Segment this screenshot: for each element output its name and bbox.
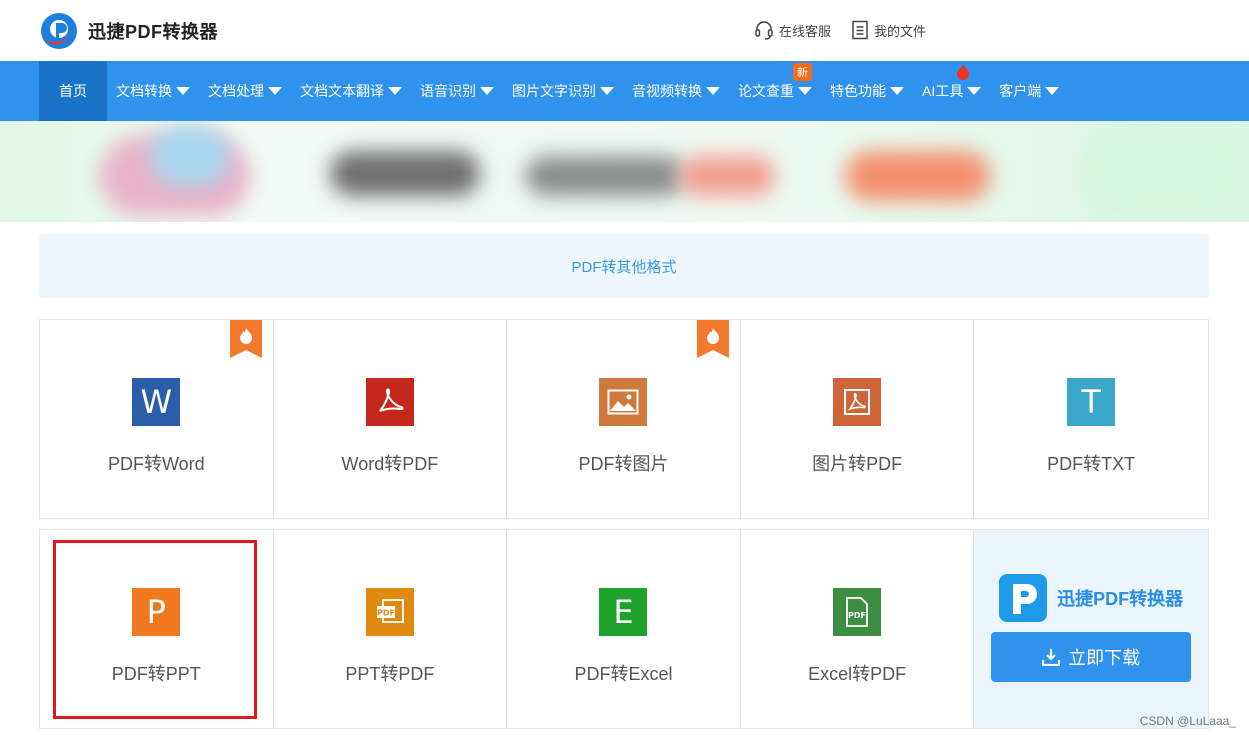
nav-label: 文档转换 bbox=[116, 83, 172, 99]
flame-icon bbox=[957, 64, 969, 80]
tool-pdf-to-word[interactable]: W PDF转Word bbox=[40, 320, 274, 518]
excel-icon: E bbox=[599, 588, 648, 636]
excel-pdf-icon: PDF bbox=[833, 588, 882, 636]
tool-label: PPT转PDF bbox=[345, 664, 435, 684]
online-service-link[interactable]: 在线客服 bbox=[754, 20, 831, 40]
nav-item-av-convert[interactable]: 音视频转换 bbox=[623, 61, 729, 121]
ppt-pdf-icon: PDF bbox=[365, 588, 414, 636]
nav-item-features[interactable]: 特色功能 bbox=[821, 61, 913, 121]
nav-item-doc-convert[interactable]: 文档转换 bbox=[107, 61, 199, 121]
tool-excel-to-pdf[interactable]: PDF Excel转PDF bbox=[741, 530, 975, 728]
word-icon: W bbox=[132, 378, 181, 426]
watermark: CSDN @LuLaaa_ bbox=[1139, 714, 1236, 728]
headset-icon bbox=[755, 21, 773, 40]
nav-label: 论文查重 bbox=[738, 83, 794, 99]
hot-flame-icon bbox=[696, 320, 729, 358]
download-icon bbox=[1042, 649, 1061, 666]
section-title: PDF转其他格式 bbox=[39, 234, 1209, 298]
nav-item-plagiarism-check[interactable]: 新 论文查重 bbox=[729, 61, 821, 121]
image-pdf-icon bbox=[833, 378, 882, 426]
caret-down-icon bbox=[890, 87, 904, 95]
tool-label: 图片转PDF bbox=[812, 454, 903, 474]
caret-down-icon bbox=[176, 87, 190, 95]
file-list-icon bbox=[852, 20, 868, 40]
tool-label: PDF转TXT bbox=[1047, 454, 1136, 474]
tool-label: Word转PDF bbox=[341, 454, 439, 474]
tool-pdf-to-excel[interactable]: E PDF转Excel bbox=[507, 530, 741, 728]
nav-label: AI工具 bbox=[922, 83, 964, 99]
caret-down-icon bbox=[388, 87, 402, 95]
nav-item-speech-recognition[interactable]: 语音识别 bbox=[411, 61, 503, 121]
tool-pdf-to-image[interactable]: PDF转图片 bbox=[507, 320, 741, 518]
tool-label: PDF转Word bbox=[107, 454, 205, 474]
caret-down-icon bbox=[798, 87, 812, 95]
caret-down-icon bbox=[268, 87, 282, 95]
tool-pdf-to-txt[interactable]: T PDF转TXT bbox=[974, 320, 1208, 518]
tool-grid-row-1: W PDF转Word Word转PDF PDF转图片 图片转PDF T PDF转… bbox=[39, 319, 1209, 519]
caret-down-icon bbox=[1045, 87, 1060, 95]
nav-label: 语音识别 bbox=[420, 83, 476, 99]
logo-icon bbox=[41, 13, 78, 49]
download-promo: 迅捷PDF转换器 立即下载 bbox=[974, 530, 1208, 728]
tool-ppt-to-pdf[interactable]: PDF PPT转PDF bbox=[274, 530, 508, 728]
nav-item-client[interactable]: 客户端 bbox=[990, 61, 1068, 121]
nav-label: 图片文字识别 bbox=[512, 83, 596, 99]
promo-banner[interactable] bbox=[0, 121, 1249, 222]
banner-graphic bbox=[680, 156, 775, 196]
nav-label: 特色功能 bbox=[830, 83, 886, 99]
new-badge: 新 bbox=[793, 63, 812, 81]
caret-down-icon bbox=[706, 87, 720, 95]
app-logo-icon bbox=[999, 574, 1048, 622]
image-icon bbox=[599, 378, 648, 426]
nav-label: 文档文本翻译 bbox=[300, 83, 384, 99]
caret-down-icon bbox=[967, 87, 982, 95]
svg-text:PDF: PDF bbox=[377, 609, 395, 618]
tool-label: PDF转图片 bbox=[578, 454, 669, 474]
my-files-link[interactable]: 我的文件 bbox=[851, 20, 926, 40]
nav-label: 客户端 bbox=[999, 83, 1042, 99]
selection-highlight bbox=[53, 540, 257, 719]
banner-graphic bbox=[845, 151, 990, 201]
tool-label: Excel转PDF bbox=[808, 664, 907, 684]
nav-item-doc-translate[interactable]: 文档文本翻译 bbox=[291, 61, 411, 121]
caret-down-icon bbox=[480, 87, 494, 95]
banner-graphic bbox=[330, 151, 480, 196]
promo-title: 迅捷PDF转换器 bbox=[1057, 589, 1184, 609]
online-service-label: 在线客服 bbox=[779, 23, 832, 39]
nav-label: 文档处理 bbox=[208, 83, 264, 99]
svg-text:PDF: PDF bbox=[848, 611, 866, 620]
top-header: 迅捷PDF转换器 在线客服 我的文件 bbox=[0, 0, 1249, 61]
my-files-label: 我的文件 bbox=[874, 23, 927, 39]
tool-grid-row-2: P PDF转PPT PDF PPT转PDF E PDF转Excel PDF Ex… bbox=[39, 529, 1209, 729]
banner-graphic bbox=[1080, 121, 1249, 222]
nav-label: 音视频转换 bbox=[632, 83, 702, 99]
nav-item-home[interactable]: 首页 bbox=[39, 61, 107, 121]
brand-name: 迅捷PDF转换器 bbox=[88, 22, 218, 42]
download-now-button[interactable]: 立即下载 bbox=[991, 632, 1192, 682]
hot-flame-icon bbox=[229, 320, 262, 358]
pdf-acrobat-icon bbox=[365, 378, 414, 426]
tool-image-to-pdf[interactable]: 图片转PDF bbox=[741, 320, 975, 518]
download-button-label: 立即下载 bbox=[1068, 648, 1141, 668]
banner-graphic bbox=[150, 126, 230, 186]
banner-graphic bbox=[525, 156, 685, 196]
brand-logo[interactable]: 迅捷PDF转换器 bbox=[38, 11, 218, 51]
caret-down-icon bbox=[600, 87, 614, 95]
nav-item-ocr[interactable]: 图片文字识别 bbox=[503, 61, 623, 121]
nav-item-doc-process[interactable]: 文档处理 bbox=[199, 61, 291, 121]
nav-item-ai-tools[interactable]: AI工具 bbox=[913, 61, 990, 121]
text-icon: T bbox=[1067, 378, 1116, 426]
tool-word-to-pdf[interactable]: Word转PDF bbox=[274, 320, 508, 518]
main-nav: 首页 文档转换 文档处理 文档文本翻译 语音识别 图片文字识别 音视频转换 新 … bbox=[0, 61, 1249, 121]
nav-label: 首页 bbox=[59, 83, 87, 99]
tool-label: PDF转Excel bbox=[574, 664, 673, 684]
tool-pdf-to-ppt[interactable]: P PDF转PPT bbox=[40, 530, 274, 728]
